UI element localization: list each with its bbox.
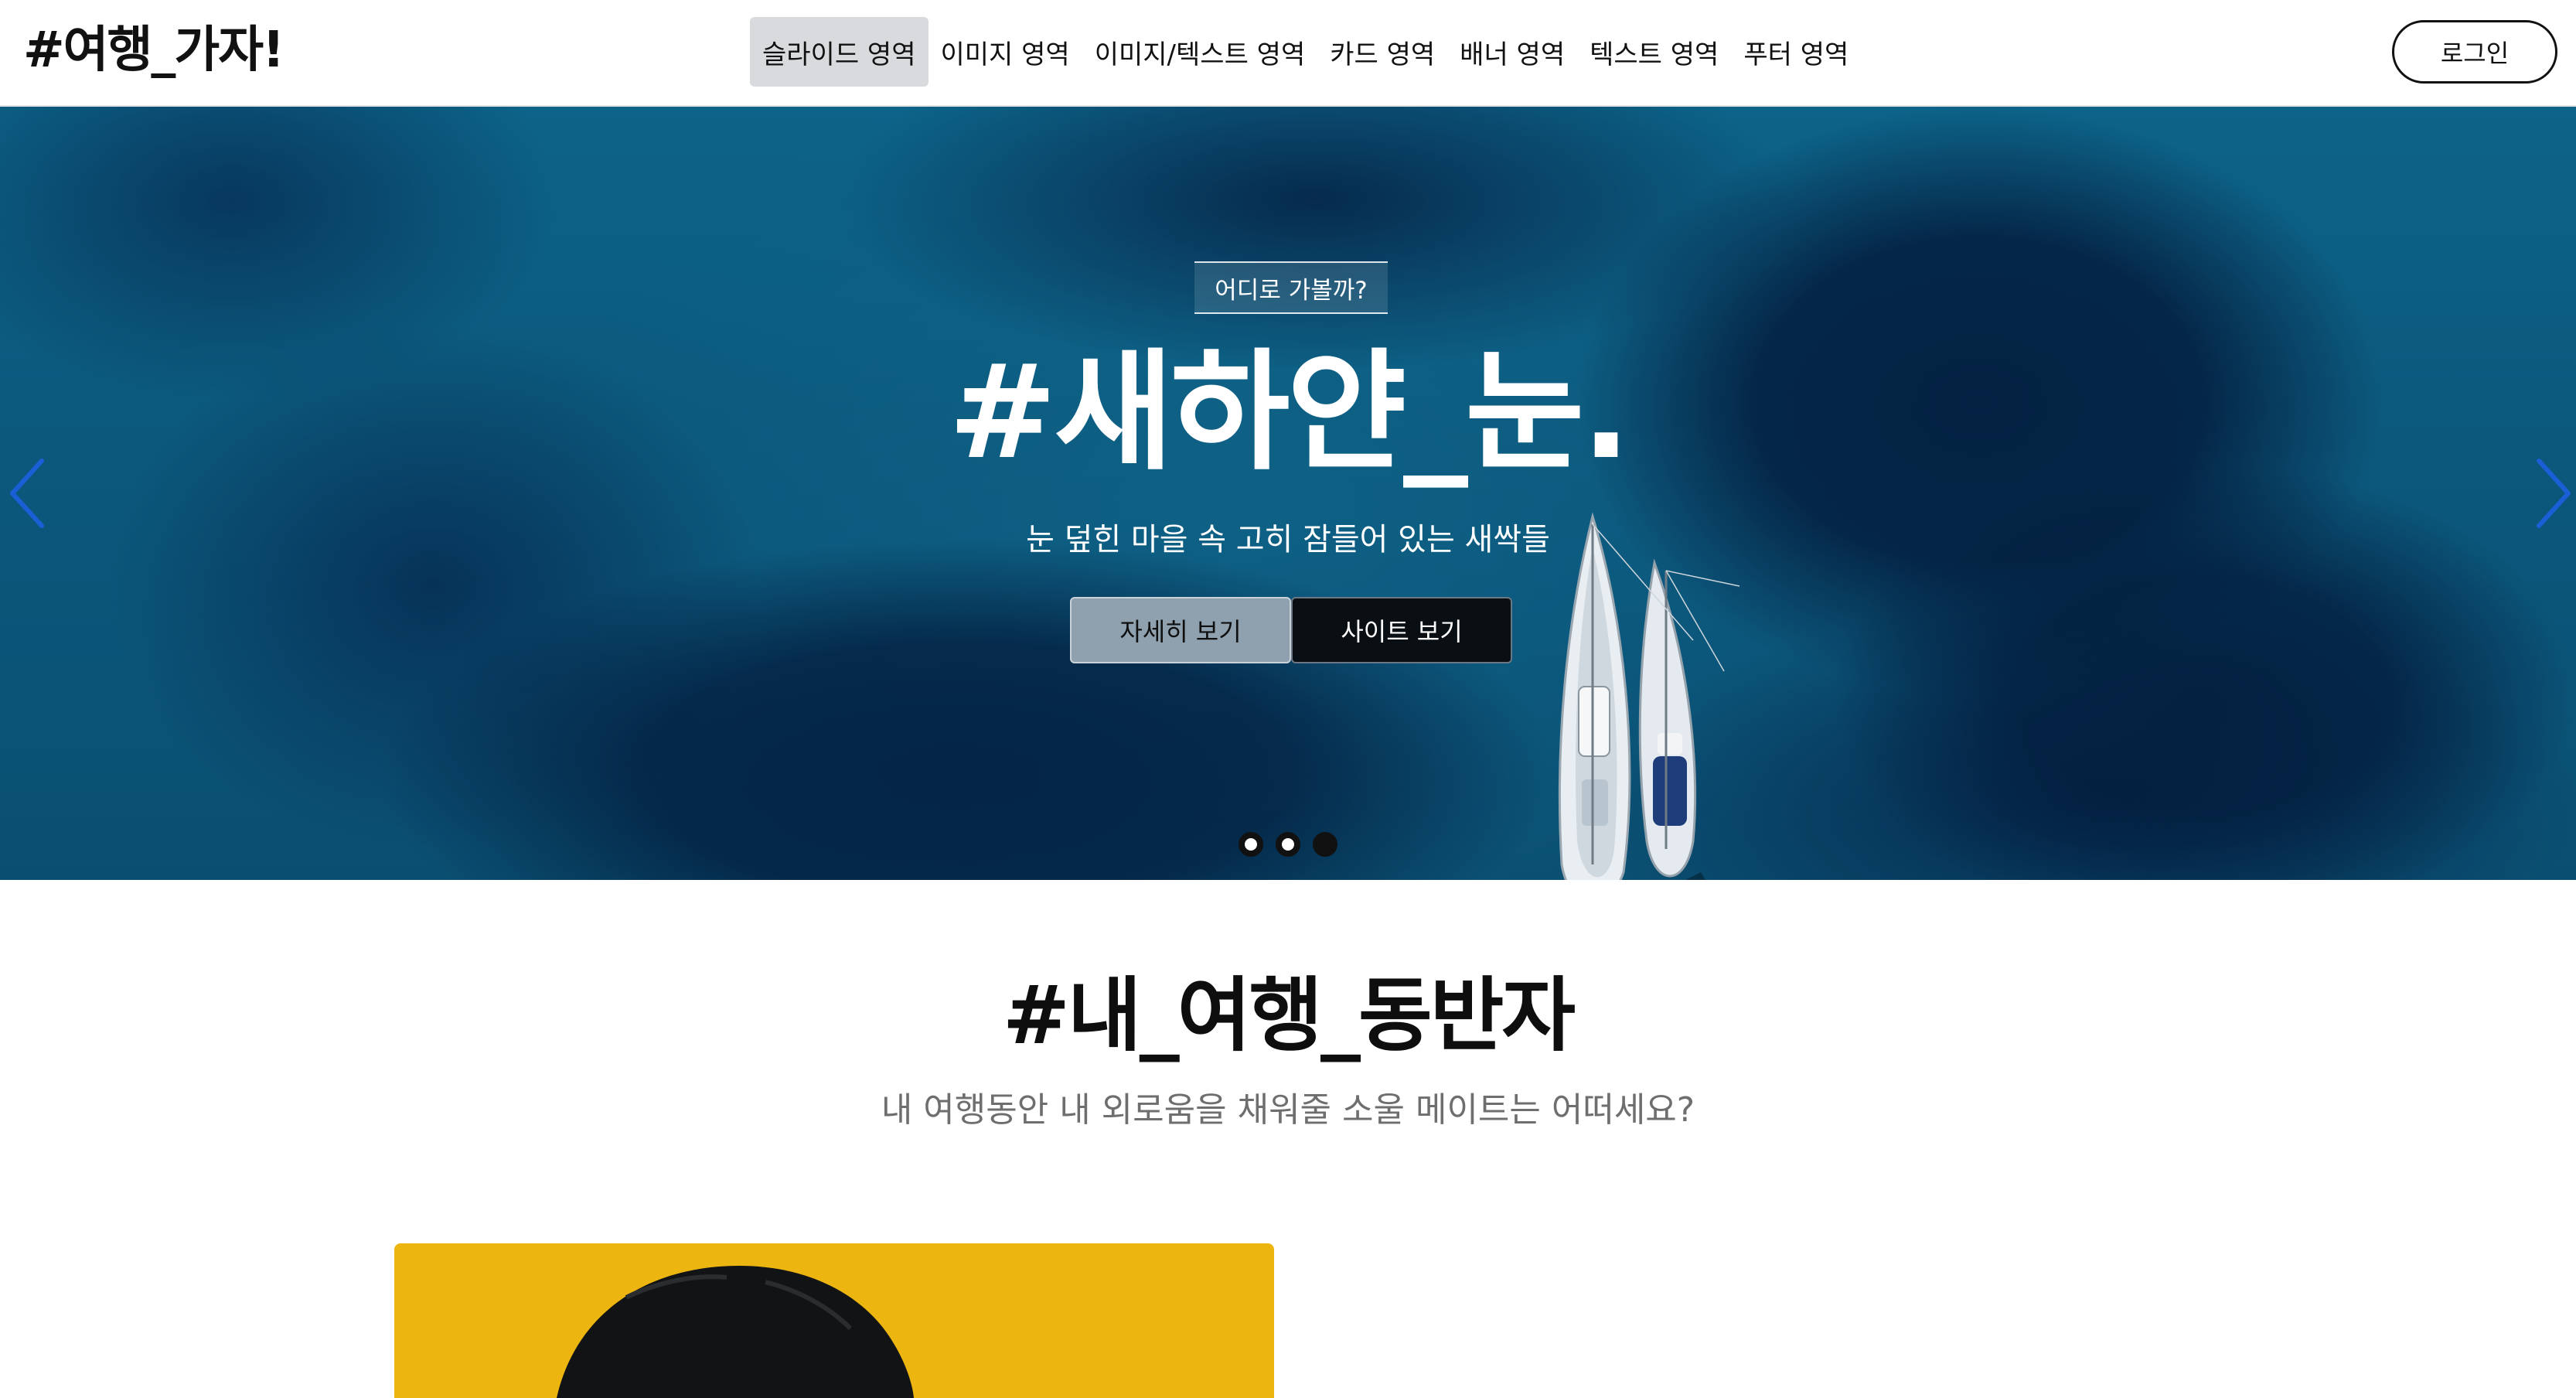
section-subtitle: 내 여행동안 내 외로움을 채워줄 소울 메이트는 어떠세요?	[881, 1090, 1695, 1130]
login-button[interactable]: 로그인	[2392, 20, 2557, 84]
dog-image	[557, 1265, 914, 1398]
nav-item-image-text[interactable]: 이미지/텍스트 영역	[1082, 17, 1318, 87]
view-site-button[interactable]: 사이트 보기	[1291, 597, 1512, 663]
nav-item-image[interactable]: 이미지 영역	[929, 17, 1082, 87]
site-logo[interactable]: #여행_가자!	[23, 17, 285, 84]
hero-background-image	[0, 107, 2576, 880]
chevron-right-icon[interactable]	[2530, 455, 2576, 532]
main-nav: 슬라이드 영역 이미지 영역 이미지/텍스트 영역 카드 영역 배너 영역 텍스…	[750, 17, 1861, 87]
section-title: #내_여행_동반자	[1002, 968, 1576, 1062]
nav-item-text[interactable]: 텍스트 영역	[1577, 17, 1731, 87]
hero-title: #새하얀_눈.	[948, 336, 1631, 488]
nav-item-card[interactable]: 카드 영역	[1317, 17, 1447, 87]
companion-card-image[interactable]	[394, 1243, 1274, 1398]
chevron-left-icon[interactable]	[5, 455, 51, 532]
slide-dot-1[interactable]	[1239, 832, 1263, 857]
hero-tag-label: 어디로 가볼까?	[1194, 261, 1388, 314]
hero-subtitle: 눈 덮힌 마을 속 고히 잠들어 있는 새싹들	[1026, 522, 1550, 557]
slide-dot-3[interactable]	[1313, 832, 1337, 857]
view-details-button[interactable]: 자세히 보기	[1070, 597, 1291, 663]
site-header: #여행_가자! 슬라이드 영역 이미지 영역 이미지/텍스트 영역 카드 영역 …	[0, 0, 2576, 107]
nav-item-slide[interactable]: 슬라이드 영역	[750, 17, 929, 87]
nav-item-footer[interactable]: 푸터 영역	[1731, 17, 1861, 87]
slide-dot-2[interactable]	[1276, 832, 1300, 857]
slide-pagination	[1239, 832, 1337, 857]
hero-slider: 어디로 가볼까? #새하얀_눈. 눈 덮힌 마을 속 고히 잠들어 있는 새싹들…	[0, 107, 2576, 880]
nav-item-banner[interactable]: 배너 영역	[1447, 17, 1577, 87]
